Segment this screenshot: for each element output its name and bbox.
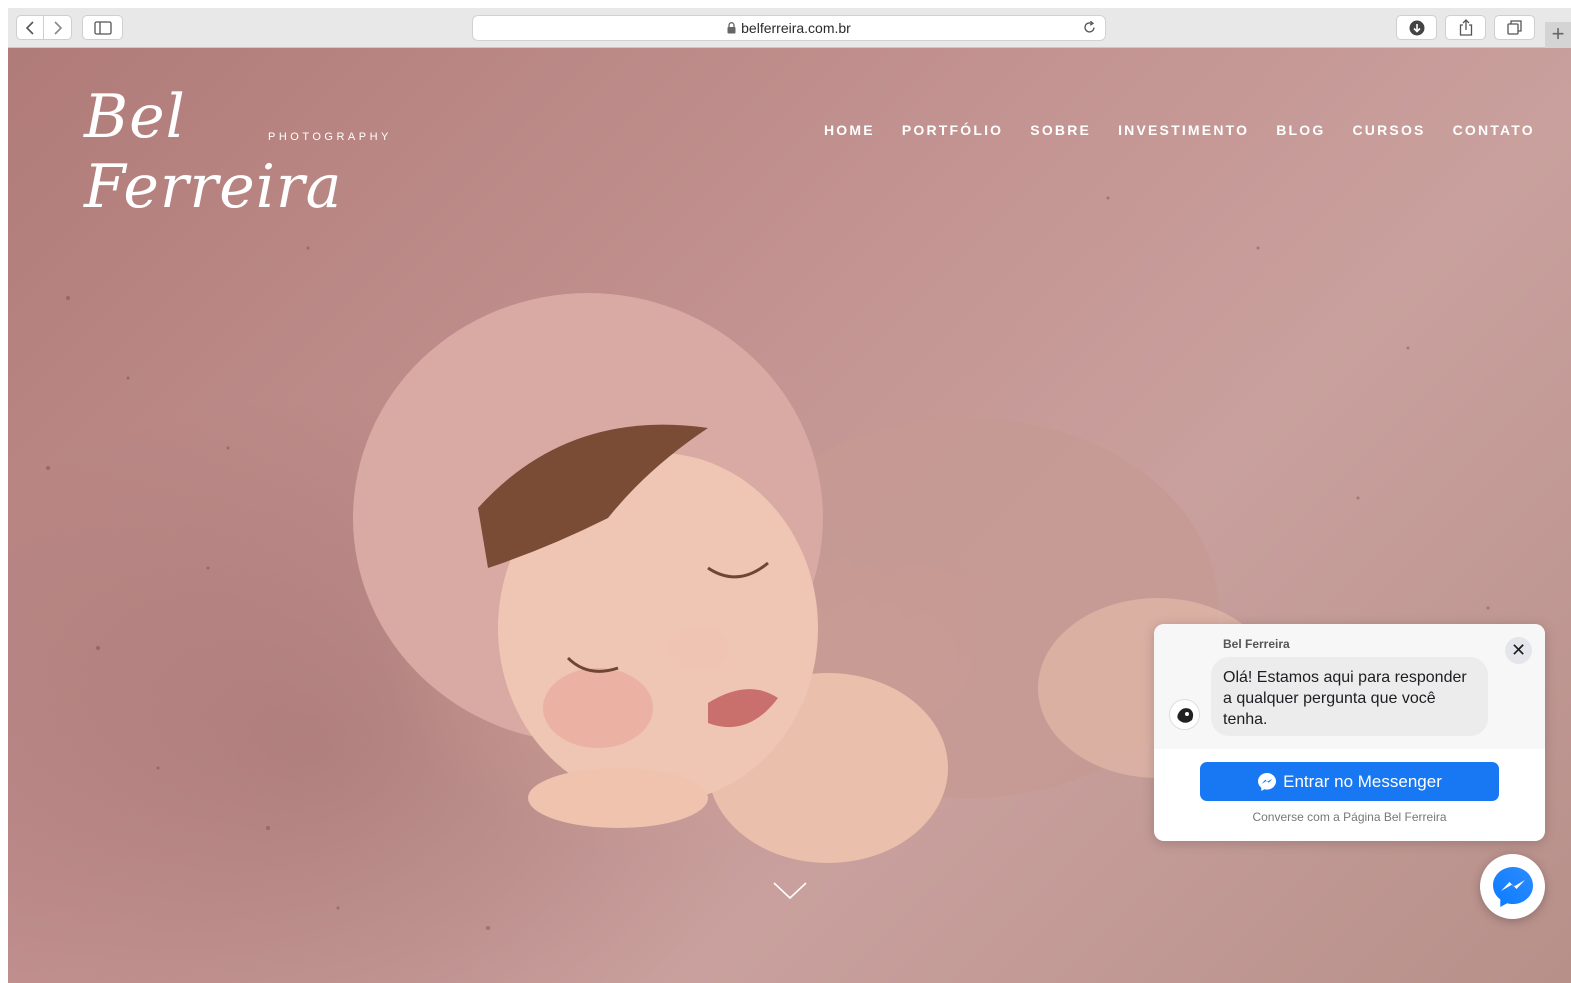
- nav-investimento[interactable]: INVESTIMENTO: [1118, 122, 1249, 138]
- logo-subtitle: PHOTOGRAPHY: [268, 131, 392, 143]
- chat-page-name: Bel Ferreira: [1223, 637, 1290, 651]
- tab-overview-button[interactable]: [1494, 15, 1535, 40]
- site-logo[interactable]: Bel Ferreira PHOTOGRAPHY: [80, 76, 400, 222]
- share-icon: [1459, 19, 1472, 36]
- page-avatar-icon: [1170, 700, 1199, 729]
- tabs-icon: [1507, 20, 1522, 35]
- share-button[interactable]: [1445, 15, 1486, 40]
- messenger-launcher-button[interactable]: [1480, 854, 1545, 919]
- chat-footer-text: Converse com a Página Bel Ferreira: [1252, 810, 1447, 824]
- browser-window: belferreira.com.br + Bel Ferreira PHOTOG…: [8, 8, 1571, 983]
- chevron-left-icon: [25, 20, 34, 35]
- nav-cursos[interactable]: CURSOS: [1352, 122, 1425, 138]
- messenger-icon: [1492, 866, 1533, 907]
- chat-header: Bel Ferreira Olá! Estamos aqui para resp…: [1154, 624, 1545, 749]
- main-navigation: HOME PORTFÓLIO SOBRE INVESTIMENTO BLOG C…: [824, 122, 1535, 138]
- sidebar-toggle-button[interactable]: [82, 15, 123, 40]
- chevron-right-icon: [53, 20, 62, 35]
- open-messenger-label: Entrar no Messenger: [1283, 771, 1442, 791]
- downloads-button[interactable]: [1396, 15, 1437, 40]
- nav-sobre[interactable]: SOBRE: [1030, 122, 1091, 138]
- messenger-icon: [1258, 772, 1277, 791]
- download-icon: [1409, 20, 1424, 35]
- browser-toolbar: belferreira.com.br +: [8, 8, 1571, 48]
- forward-button[interactable]: [44, 15, 72, 40]
- back-button[interactable]: [16, 15, 44, 40]
- chevron-down-icon[interactable]: [773, 881, 807, 901]
- nav-blog[interactable]: BLOG: [1276, 122, 1325, 138]
- close-chat-button[interactable]: ✕: [1505, 637, 1532, 664]
- messenger-chat-widget: Bel Ferreira Olá! Estamos aqui para resp…: [1154, 624, 1545, 841]
- open-messenger-button[interactable]: Entrar no Messenger: [1200, 762, 1499, 801]
- hero-image: Bel Ferreira PHOTOGRAPHY HOME PORTFÓLIO …: [8, 48, 1571, 983]
- avatar: [1169, 699, 1200, 730]
- lock-icon: [727, 22, 736, 34]
- nav-home[interactable]: HOME: [824, 122, 875, 138]
- reload-icon[interactable]: [1082, 20, 1097, 35]
- sidebar-icon: [93, 20, 112, 35]
- address-bar[interactable]: belferreira.com.br: [472, 15, 1106, 41]
- url-text: belferreira.com.br: [741, 20, 851, 36]
- nav-portfolio[interactable]: PORTFÓLIO: [902, 122, 1003, 138]
- chat-message-bubble: Olá! Estamos aqui para responder a qualq…: [1211, 657, 1488, 736]
- nav-contato[interactable]: CONTATO: [1453, 122, 1535, 138]
- logo-script-text: Bel Ferreira: [84, 82, 343, 222]
- new-tab-button[interactable]: +: [1545, 22, 1571, 48]
